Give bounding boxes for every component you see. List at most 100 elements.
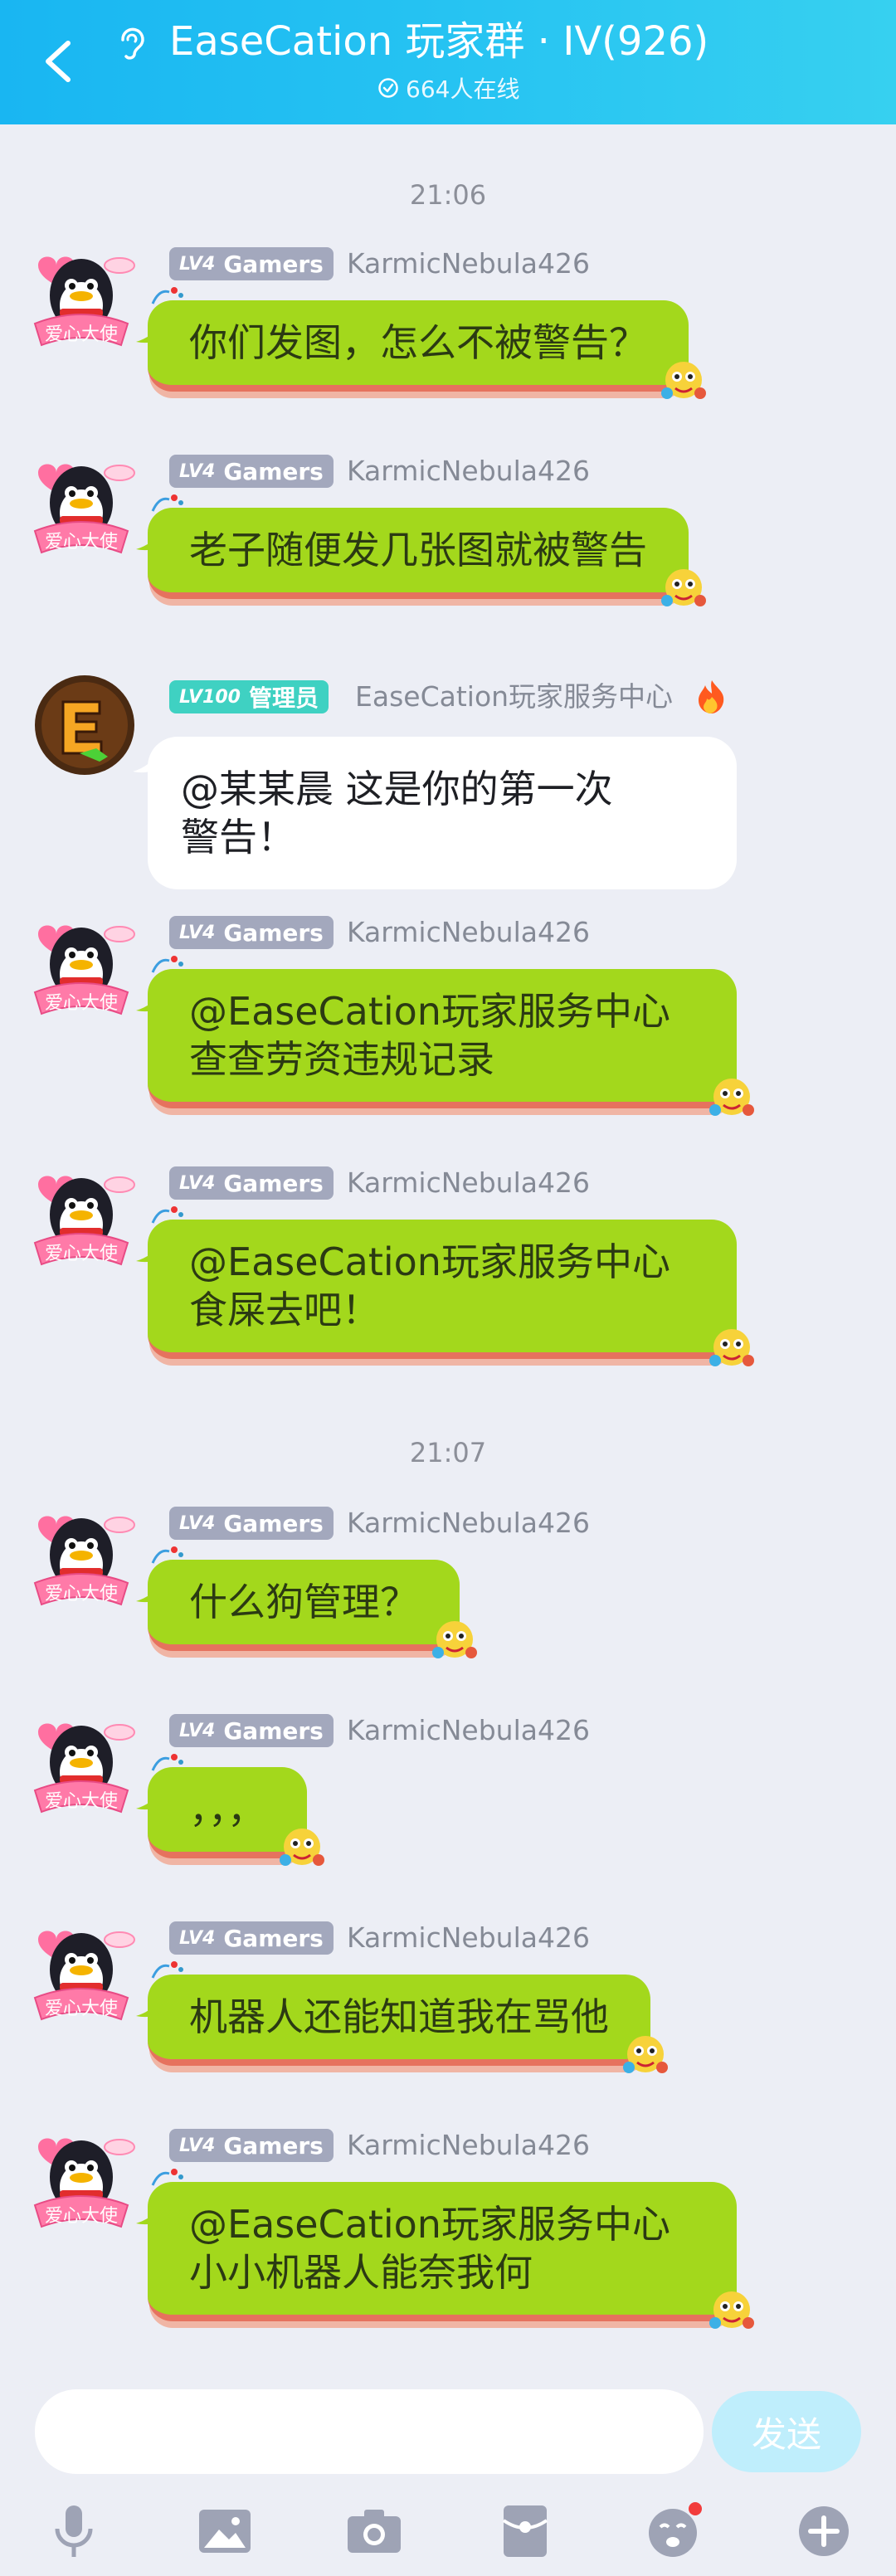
- message-bubble[interactable]: @EaseCation玩家服务中心 查查劳资违规记录: [136, 956, 754, 1116]
- sender-name[interactable]: EaseCation玩家服务中心: [355, 680, 673, 713]
- message-bubble[interactable]: @EaseCation玩家服务中心 小小机器人能奈我何: [136, 2169, 754, 2329]
- mascot-sticker-icon: [623, 2036, 668, 2073]
- svg-text:爱心大使: 爱心大使: [45, 324, 118, 345]
- bottom-toolbar: [0, 2489, 896, 2576]
- mascot-sticker-icon: [280, 1829, 324, 1866]
- send-button[interactable]: 发送: [712, 2391, 861, 2472]
- svg-text:爱心大使: 爱心大使: [45, 532, 118, 553]
- svg-text:爱心大使: 爱心大使: [45, 1244, 118, 1264]
- bubble-tail: [136, 1243, 161, 1263]
- avatar[interactable]: 爱心大使: [23, 241, 139, 357]
- mascot-sticker-icon: [709, 1079, 754, 1116]
- sender-name[interactable]: KarmicNebula426: [347, 1714, 590, 1747]
- avatar[interactable]: 爱心大使: [23, 1707, 139, 1824]
- message-text: 机器人还能知道我在骂他: [189, 1994, 609, 2039]
- avatar[interactable]: 爱心大使: [23, 909, 139, 1025]
- level-badge: LV4 Gamers: [169, 1507, 334, 1540]
- sparkle-icon: [151, 1961, 183, 1979]
- avatar[interactable]: 爱心大使: [23, 1160, 139, 1276]
- red-packet-icon[interactable]: [493, 2499, 558, 2564]
- bubble-tail: [136, 531, 161, 551]
- sender-name[interactable]: KarmicNebula426: [347, 1166, 590, 1200]
- level-badge: LV4 Gamers: [169, 455, 334, 488]
- camera-icon[interactable]: [342, 2499, 407, 2564]
- svg-text:爱心大使: 爱心大使: [45, 2206, 118, 2227]
- microphone-icon[interactable]: [41, 2499, 106, 2564]
- sender-name[interactable]: KarmicNebula426: [347, 916, 590, 949]
- svg-text:爱心大使: 爱心大使: [45, 1584, 118, 1605]
- message-text: 你们发图，怎么不被警告？: [189, 320, 647, 365]
- message-bubble[interactable]: 机器人还能知道我在骂他: [136, 1961, 668, 2073]
- sparkle-icon: [151, 494, 183, 512]
- chat-header: EaseCation 玩家群 · IV(926) 664人在线: [0, 0, 896, 124]
- emoji-icon[interactable]: [642, 2499, 707, 2564]
- sender-name[interactable]: KarmicNebula426: [347, 1507, 590, 1540]
- message-bubble[interactable]: ，，，: [136, 1754, 324, 1866]
- bubble-tail: [136, 1998, 161, 2018]
- message-text: @EaseCation玩家服务中心: [189, 1239, 670, 1284]
- message-text: ，，，: [189, 1787, 265, 1832]
- message-bubble[interactable]: 老子随便发几张图就被警告: [136, 494, 706, 606]
- sender-name[interactable]: KarmicNebula426: [347, 247, 590, 280]
- bubble-tail: [136, 992, 161, 1012]
- mascot-sticker-icon: [709, 2291, 754, 2329]
- bubble-tail: [136, 324, 161, 343]
- online-text: 664人在线: [406, 75, 520, 103]
- sparkle-icon: [151, 2169, 183, 2186]
- level-badge: LV4 Gamers: [169, 247, 334, 280]
- sender-name[interactable]: KarmicNebula426: [347, 1921, 590, 1955]
- sender-name[interactable]: KarmicNebula426: [347, 2129, 590, 2162]
- avatar[interactable]: 爱心大使: [23, 2122, 139, 2238]
- level-badge: LV4 Gamers: [169, 2129, 334, 2162]
- level-badge: LV4 Gamers: [169, 1921, 334, 1955]
- level-badge: LV4 Gamers: [169, 1166, 334, 1200]
- bubble-tail: [133, 753, 158, 773]
- message-text: 小小机器人能奈我何: [189, 2250, 533, 2295]
- fire-icon: [699, 680, 724, 713]
- group-title[interactable]: EaseCation 玩家群 · IV(926): [169, 15, 709, 68]
- mascot-sticker-icon: [709, 1329, 754, 1366]
- message-text: 食屎去吧！: [189, 1288, 380, 1332]
- sparkle-icon: [151, 956, 183, 973]
- message-text: 老子随便发几张图就被警告: [189, 528, 647, 572]
- message-text: 警告！: [181, 815, 295, 859]
- message-text: 查查劳资违规记录: [189, 1037, 494, 1082]
- check-circle-icon: [378, 78, 398, 98]
- sparkle-icon: [151, 1754, 183, 1771]
- sparkle-icon: [151, 1546, 183, 1564]
- bubble-tail: [136, 1790, 161, 1810]
- timestamp: 21:06: [409, 179, 487, 211]
- level-badge: LV4 Gamers: [169, 1714, 334, 1747]
- message-bubble[interactable]: 你们发图，怎么不被警告？: [136, 287, 706, 399]
- message-text: @某某晨 这是你的第一次: [181, 767, 613, 811]
- timestamp: 21:07: [409, 1437, 487, 1468]
- notification-dot: [689, 2502, 702, 2515]
- level-badge: LV100 管理员: [169, 680, 329, 713]
- message-input[interactable]: [35, 2389, 704, 2474]
- level-badge: LV4 Gamers: [169, 916, 334, 949]
- message-bubble[interactable]: 什么狗管理？: [136, 1546, 477, 1658]
- mascot-sticker-icon: [661, 569, 706, 606]
- svg-text:爱心大使: 爱心大使: [45, 1791, 118, 1812]
- avatar[interactable]: [33, 674, 136, 777]
- online-count: 664人在线: [377, 73, 519, 103]
- composer: 发送: [0, 2373, 896, 2474]
- sparkle-icon: [151, 1206, 183, 1224]
- avatar[interactable]: 爱心大使: [23, 1915, 139, 2031]
- message-text: @EaseCation玩家服务中心: [189, 989, 670, 1034]
- svg-text:爱心大使: 爱心大使: [45, 993, 118, 1014]
- avatar[interactable]: 爱心大使: [23, 448, 139, 564]
- mascot-sticker-icon: [432, 1621, 477, 1658]
- image-icon[interactable]: [192, 2499, 257, 2564]
- bubble-tail: [136, 1583, 161, 1603]
- message-bubble[interactable]: @某某晨 这是你的第一次 警告！: [133, 737, 737, 889]
- message-bubble[interactable]: @EaseCation玩家服务中心 食屎去吧！: [136, 1206, 754, 1366]
- back-arrow-icon[interactable]: [40, 38, 76, 85]
- mascot-sticker-icon: [661, 362, 706, 399]
- avatar[interactable]: 爱心大使: [23, 1500, 139, 1616]
- plus-icon[interactable]: [791, 2499, 856, 2564]
- message-text: @EaseCation玩家服务中心: [189, 2202, 670, 2247]
- sender-name[interactable]: KarmicNebula426: [347, 455, 590, 488]
- message-text: 什么狗管理？: [189, 1580, 418, 1624]
- ear-icon[interactable]: [116, 25, 146, 63]
